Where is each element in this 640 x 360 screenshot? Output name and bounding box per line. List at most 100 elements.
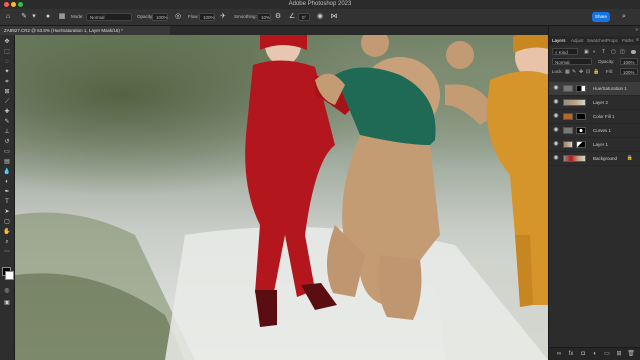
filter-toggle-icon[interactable] xyxy=(631,50,636,54)
mode-label: Mode: xyxy=(71,14,84,19)
dodge-tool-icon[interactable]: ◐ xyxy=(3,178,11,186)
zoom-tool-icon[interactable]: ⌕ xyxy=(3,238,11,246)
filter-shape-icon[interactable]: ▢ xyxy=(611,48,616,56)
airbrush-icon[interactable]: ✈ xyxy=(219,13,227,21)
rectangle-tool-icon[interactable]: ▢ xyxy=(3,218,11,226)
crop-tool-icon[interactable]: ⌗ xyxy=(3,78,11,86)
history-brush-tool-icon[interactable]: ↺ xyxy=(3,138,11,146)
mode-select[interactable]: Normal xyxy=(86,13,132,21)
layer-style-icon[interactable]: fx xyxy=(567,350,575,358)
new-adjustment-icon[interactable]: ◐ xyxy=(591,350,599,358)
marquee-tool-icon[interactable]: ⬚ xyxy=(3,48,11,56)
opacity-input[interactable]: 100% xyxy=(152,13,168,21)
filter-pixel-icon[interactable]: ▣ xyxy=(584,48,589,56)
blend-mode-select[interactable]: Normal xyxy=(552,58,592,65)
angle-icon[interactable]: ∠ xyxy=(288,13,296,21)
document-canvas[interactable] xyxy=(15,35,548,360)
screen-mode-icon[interactable]: ▣ xyxy=(3,299,11,307)
layer-name[interactable]: Layer 2 xyxy=(593,96,608,109)
layer-mask-thumbnail[interactable] xyxy=(576,113,586,120)
quick-select-tool-icon[interactable]: ✦ xyxy=(3,68,11,76)
chevron-down-icon[interactable]: ▾ xyxy=(30,13,38,21)
angle-input[interactable]: 0° xyxy=(298,13,310,21)
layer-name[interactable]: Color Fill 1 xyxy=(593,110,615,123)
brush-tool-icon[interactable]: ✎ xyxy=(3,118,11,126)
layer-mask-thumbnail[interactable] xyxy=(576,127,586,134)
eye-icon[interactable]: ◉ xyxy=(553,124,559,137)
filter-kind-select[interactable]: ⌕ Kind xyxy=(552,48,578,55)
smoothing-input[interactable]: 10% xyxy=(257,13,271,21)
link-layers-icon[interactable]: ∞ xyxy=(555,350,563,358)
opacity-input[interactable]: 100% xyxy=(620,58,638,65)
clone-stamp-tool-icon[interactable]: ⊥ xyxy=(3,128,11,136)
layer-row[interactable]: ◉ Layer 1 xyxy=(549,138,640,152)
eye-icon[interactable]: ◉ xyxy=(553,96,559,109)
panel-menu-icon[interactable]: ≡ xyxy=(636,36,639,45)
blur-tool-icon[interactable]: 💧 xyxy=(3,168,11,176)
layer-name[interactable]: Curves 1 xyxy=(593,124,611,137)
filter-type-icon[interactable]: T xyxy=(602,48,605,56)
layer-thumbnail xyxy=(563,155,586,162)
tab-layers[interactable]: Layers xyxy=(552,36,566,45)
tab-adjustments[interactable]: Adjust xyxy=(571,36,584,45)
filter-smart-object-icon[interactable]: ◫ xyxy=(620,48,625,56)
layer-name[interactable]: Background xyxy=(593,152,617,165)
lock-paint-icon[interactable]: ✎ xyxy=(572,68,576,76)
add-mask-icon[interactable]: ◘ xyxy=(579,350,587,358)
lock-artboard-icon[interactable]: ⊡ xyxy=(586,68,590,76)
layer-row[interactable]: ◉ Layer 2 xyxy=(549,96,640,110)
eye-icon[interactable]: ◉ xyxy=(553,138,559,151)
brush-settings-icon[interactable]: ▦ xyxy=(58,13,66,21)
layer-row[interactable]: ◉ Background 🔒 xyxy=(549,152,640,166)
fill-input[interactable]: 100% xyxy=(620,68,638,75)
eyedropper-tool-icon[interactable]: ⟋ xyxy=(3,98,11,106)
filter-adjustment-icon[interactable]: ◐ xyxy=(593,48,596,56)
lock-position-icon[interactable]: ✥ xyxy=(579,68,583,76)
symmetry-icon[interactable]: ⋈ xyxy=(330,13,338,21)
collapse-panel-icon[interactable]: » xyxy=(635,27,638,33)
background-color-swatch[interactable] xyxy=(5,271,14,280)
pressure-size-icon[interactable]: ◉ xyxy=(316,13,324,21)
document-tab[interactable]: ZA8927.CR2 @ 63.8% (Hue/Saturation 1, La… xyxy=(0,26,170,35)
brush-tool-icon[interactable]: ✎ xyxy=(20,13,28,21)
flow-input[interactable]: 100% xyxy=(199,13,215,21)
smoothing-settings-icon[interactable]: ⚙ xyxy=(274,13,282,21)
tab-paths[interactable]: Paths xyxy=(622,36,634,45)
pressure-opacity-icon[interactable]: ◎ xyxy=(174,13,182,21)
share-button[interactable]: Share xyxy=(592,12,610,22)
lock-pixels-icon[interactable]: ▦ xyxy=(565,68,570,76)
pen-tool-icon[interactable]: ✒ xyxy=(3,188,11,196)
layer-mask-thumbnail[interactable] xyxy=(576,85,586,92)
new-group-icon[interactable]: ▭ xyxy=(603,350,611,358)
move-tool-icon[interactable]: ✥ xyxy=(3,38,11,46)
hand-tool-icon[interactable]: ✋ xyxy=(3,228,11,236)
eye-icon[interactable]: ◉ xyxy=(553,110,559,123)
search-icon[interactable]: ⌕ xyxy=(620,13,628,21)
home-icon[interactable]: ⌂ xyxy=(4,13,12,21)
layer-row[interactable]: ◉ Hue/Saturation 1 xyxy=(549,82,640,96)
path-select-tool-icon[interactable]: ➤ xyxy=(3,208,11,216)
adjustment-thumbnail xyxy=(563,85,573,92)
layer-name[interactable]: Hue/Saturation 1 xyxy=(593,82,627,95)
lock-all-icon[interactable]: 🔒 xyxy=(593,68,599,76)
eye-icon[interactable]: ◉ xyxy=(553,152,559,165)
brush-preset-icon[interactable]: ● xyxy=(44,13,52,21)
layer-row[interactable]: ◉ Curves 1 xyxy=(549,124,640,138)
type-tool-icon[interactable]: T xyxy=(3,198,11,206)
eye-icon[interactable]: ◉ xyxy=(553,82,559,95)
layer-mask-thumbnail[interactable] xyxy=(576,141,586,148)
gradient-tool-icon[interactable]: ▤ xyxy=(3,158,11,166)
frame-tool-icon[interactable]: ⊠ xyxy=(3,88,11,96)
tab-properties[interactable]: Props xyxy=(606,36,618,45)
trash-icon[interactable]: 🗑 xyxy=(627,350,635,358)
panel-tabs: Layers Adjust Swatches Props Paths ≡ xyxy=(549,36,640,45)
tab-swatches[interactable]: Swatches xyxy=(587,36,607,45)
eraser-tool-icon[interactable]: ▭ xyxy=(3,148,11,156)
new-layer-icon[interactable]: ⊞ xyxy=(615,350,623,358)
more-tools-icon[interactable]: ⋯ xyxy=(3,248,11,256)
quick-mask-icon[interactable]: ◎ xyxy=(3,287,11,295)
layer-name[interactable]: Layer 1 xyxy=(593,138,608,151)
layer-row[interactable]: ◉ Color Fill 1 xyxy=(549,110,640,124)
healing-brush-tool-icon[interactable]: ✚ xyxy=(3,108,11,116)
lasso-tool-icon[interactable]: ◌ xyxy=(3,58,11,66)
